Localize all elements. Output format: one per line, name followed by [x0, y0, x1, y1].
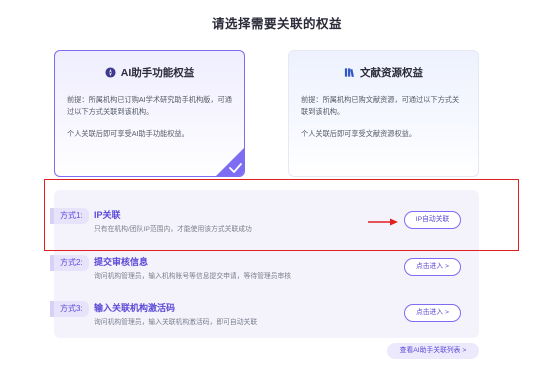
ip-auto-associate-button[interactable]: IP自动关联 [404, 211, 461, 229]
method-desc: 只有在机构/团队IP范围内，才能使用该方式关联成功 [94, 226, 252, 233]
method-title: 输入关联机构激活码 [94, 303, 176, 313]
method-tag: 方式1: [50, 208, 89, 224]
selected-check-icon [215, 147, 244, 176]
ai-card-title: AI助手功能权益 [120, 66, 195, 79]
method-submit-review: 方式2: 提交审核信息 询问机构管理员，输入机构账号等信息提交申请，等待管理员审… [50, 247, 479, 289]
page-title: 请选择需要关联的权益 [211, 17, 342, 31]
compass-icon [105, 66, 116, 78]
method-activation-code: 方式3: 输入关联机构激活码 询问机构管理员，输入关联机构激活码，即可自动关联 … [50, 293, 479, 335]
view-ai-association-list-link[interactable]: 查看AI助手关联列表 > [387, 343, 479, 359]
method-desc: 询问机构管理员，输入关联机构激活码，即可自动关联 [94, 319, 258, 326]
doc-card-premise: 前提：所属机构已购文献资源，可通过以下方式关联到该机构。 [301, 95, 460, 116]
activation-code-enter-button[interactable]: 点击进入 > [404, 304, 461, 322]
doc-card-note: 个人关联后即可享受文献资源权益。 [301, 129, 417, 138]
method-title: 提交审核信息 [94, 257, 149, 267]
doc-card-title: 文献资源权益 [360, 66, 423, 79]
method-desc: 询问机构管理员，输入机构账号等信息提交申请，等待管理员审核 [94, 273, 292, 280]
document-resource-benefit-card[interactable]: 文献资源权益 前提：所属机构已购文献资源，可通过以下方式关联到该机构。 个人关联… [288, 50, 479, 177]
doc-card-header: 文献资源权益 [301, 65, 466, 79]
ai-assistant-benefit-card[interactable]: AI助手功能权益 前提：所属机构已订购AI学术研究助手机构版，可通过以下方式关联… [54, 50, 245, 177]
method-tag: 方式2: [50, 255, 89, 271]
ai-card-note: 个人关联后即可享受AI助手功能权益。 [67, 129, 189, 138]
submit-review-enter-button[interactable]: 点击进入 > [404, 258, 461, 276]
red-arrow-icon [368, 213, 398, 226]
method-title: IP关联 [94, 210, 121, 220]
ai-card-premise: 前提：所属机构已订购AI学术研究助手机构版，可通过以下方式关联到该机构。 [67, 95, 232, 116]
method-tag: 方式3: [50, 301, 89, 317]
method-ip: 方式1: IP关联 只有在机构/团队IP范围内，才能使用该方式关联成功 IP自动… [50, 200, 479, 242]
library-books-icon [344, 67, 355, 78]
ai-card-header: AI助手功能权益 [67, 65, 232, 79]
